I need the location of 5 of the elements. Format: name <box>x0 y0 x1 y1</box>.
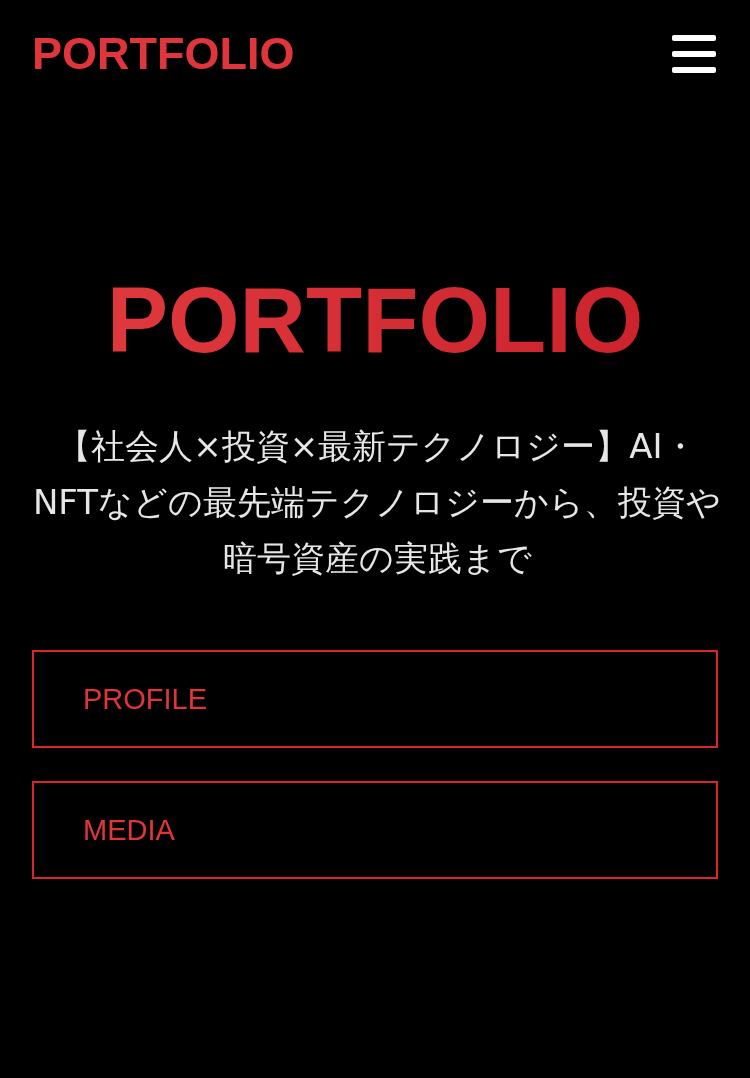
menu-icon[interactable] <box>672 35 716 73</box>
nav-link[interactable]: MEDIA <box>32 781 718 879</box>
hero-subtitle: 【社会人×投資×最新テクノロジー】AI・NFTなどの最先端テクノロジーから、投資や暗号資産の実践まで <box>32 425 722 580</box>
nav-link[interactable]: PROFILE <box>32 650 718 748</box>
site-logo[interactable]: PORTFOLIO <box>32 28 295 80</box>
